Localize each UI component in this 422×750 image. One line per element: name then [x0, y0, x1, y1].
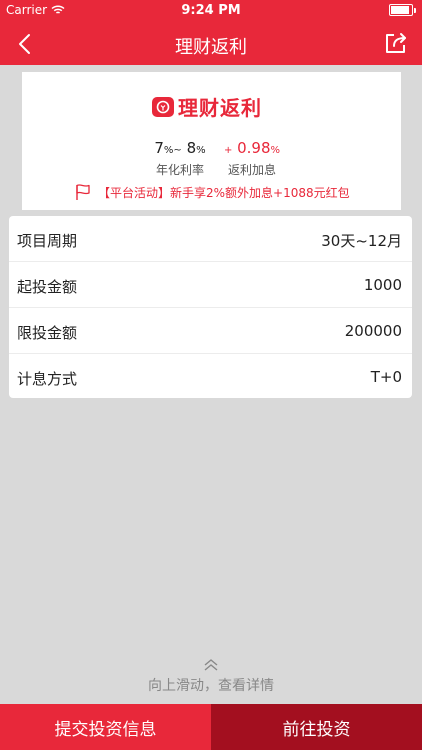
- go-invest-label: 前往投资: [282, 719, 351, 740]
- status-right: [389, 4, 416, 16]
- product-card[interactable]: 理财返利 7%~ 8% 年化利率 + 0.98% 返利加息 【平台活动】新手享2…: [22, 72, 401, 210]
- annual-rate-value: 7%~ 8%: [154, 139, 206, 157]
- share-icon: [386, 33, 406, 53]
- status-time: 9:24 PM: [181, 3, 241, 18]
- battery-tip: [414, 7, 416, 13]
- go-invest-button[interactable]: 前往投资: [211, 704, 422, 750]
- detail-value: 200000: [344, 322, 402, 340]
- page-title: 理财返利: [175, 37, 247, 58]
- detail-label: 计息方式: [17, 370, 78, 388]
- annual-rate: 7%~ 8% 年化利率: [140, 139, 220, 178]
- detail-value: 30天~12月: [321, 232, 402, 250]
- logo-text: 理财返利: [178, 96, 262, 120]
- battery-icon: [389, 4, 413, 16]
- detail-value: 1000: [363, 276, 402, 294]
- bonus-rate-label: 返利加息: [227, 163, 276, 177]
- submit-investment-label: 提交投资信息: [54, 719, 157, 740]
- detail-card: 项目周期 30天~12月 起投金额 1000 限投金额 200000 计息方式 …: [9, 216, 412, 398]
- detail-row-period: 项目周期 30天~12月: [9, 216, 412, 262]
- double-chevron-up-icon: [204, 659, 218, 671]
- detail-row-max-amount: 限投金额 200000: [9, 308, 412, 354]
- detail-label: 项目周期: [17, 232, 78, 250]
- bonus-rate-value: + 0.98%: [223, 139, 281, 157]
- detail-label: 起投金额: [17, 278, 78, 296]
- status-bar: Carrier 9:24 PM: [0, 0, 422, 22]
- product-logo: 理财返利: [152, 92, 262, 121]
- slide-hint-text: 向上滑动，查看详情: [148, 678, 274, 694]
- bonus-rate: + 0.98% 返利加息: [222, 139, 282, 178]
- promo-banner[interactable]: 【平台活动】新手享2%额外加息+1088元红包: [74, 183, 350, 201]
- share-button[interactable]: [382, 30, 410, 56]
- logo-badge-icon: [152, 96, 174, 117]
- battery-fill: [391, 6, 409, 14]
- slide-up-hint[interactable]: 向上滑动，查看详情: [0, 658, 422, 695]
- submit-investment-button[interactable]: 提交投资信息: [0, 704, 211, 750]
- detail-label: 限投金额: [17, 324, 78, 342]
- detail-row-interest-method: 计息方式 T+0: [9, 354, 412, 399]
- annual-rate-label: 年化利率: [155, 163, 204, 177]
- promo-text: 【平台活动】新手享2%额外加息+1088元红包: [98, 185, 350, 200]
- detail-row-min-amount: 起投金额 1000: [9, 262, 412, 308]
- nav-bar: 理财返利: [0, 22, 422, 65]
- flag-icon: [76, 184, 90, 200]
- detail-value: T+0: [370, 368, 402, 386]
